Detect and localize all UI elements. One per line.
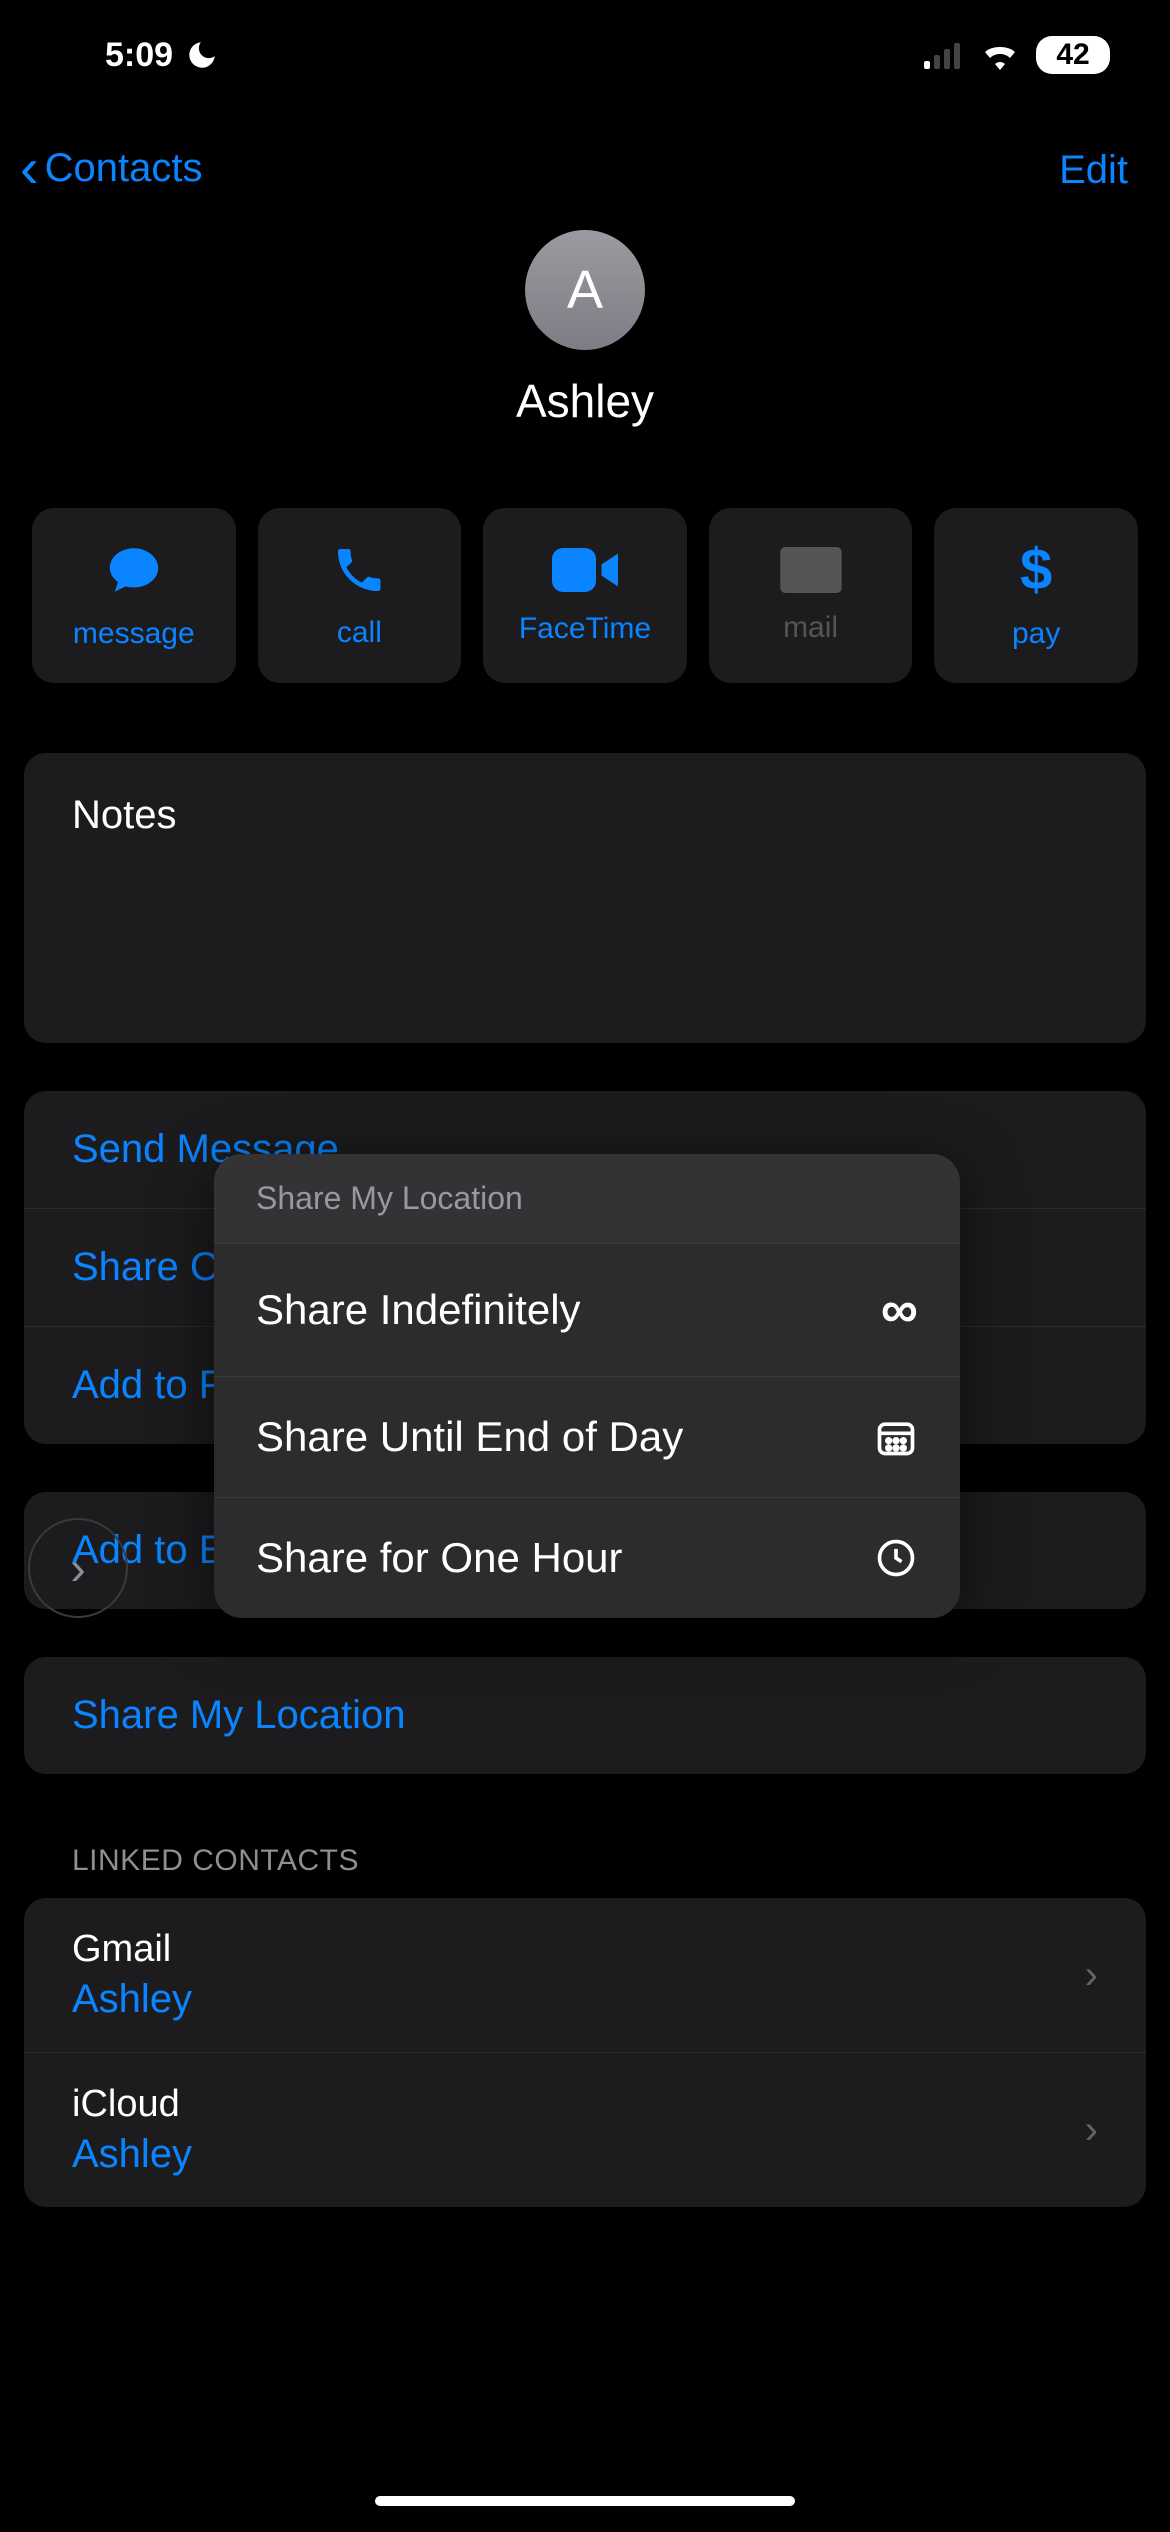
mail-button: mail bbox=[709, 508, 913, 683]
call-label: call bbox=[337, 616, 382, 650]
pay-button[interactable]: $ pay bbox=[934, 508, 1138, 683]
action-row: message call FaceTime mail $ pay bbox=[0, 508, 1170, 683]
notes-title: Notes bbox=[72, 793, 1098, 838]
status-time: 5:09 bbox=[105, 36, 173, 75]
linked-name: Ashley bbox=[72, 1977, 1085, 2022]
cellular-icon bbox=[924, 41, 964, 69]
nav-bar: ‹ Contacts Edit bbox=[0, 110, 1170, 260]
popover-option-indefinitely[interactable]: Share Indefinitely ∞ bbox=[214, 1244, 960, 1376]
linked-source: Gmail bbox=[72, 1928, 1085, 1971]
dollar-icon: $ bbox=[1020, 541, 1052, 599]
infinity-icon: ∞ bbox=[881, 1280, 918, 1340]
chevron-right-icon: › bbox=[1085, 2108, 1098, 2153]
message-icon bbox=[103, 541, 165, 599]
calendar-icon bbox=[874, 1415, 918, 1459]
chevron-left-icon: ‹ bbox=[20, 140, 39, 196]
popover-option-label: Share for One Hour bbox=[256, 1534, 623, 1582]
linked-row-icloud[interactable]: iCloud Ashley › bbox=[24, 2052, 1146, 2207]
status-bar: 5:09 42 bbox=[0, 0, 1170, 110]
options-section-3: Share My Location bbox=[24, 1657, 1146, 1774]
battery-indicator: 42 bbox=[1036, 36, 1110, 74]
chevron-right-icon: › bbox=[70, 1541, 85, 1595]
contact-header: A Ashley bbox=[0, 250, 1170, 428]
mail-icon bbox=[780, 547, 842, 593]
clock-icon bbox=[874, 1536, 918, 1580]
wifi-icon bbox=[980, 40, 1020, 70]
pay-label: pay bbox=[1012, 617, 1060, 651]
mail-label: mail bbox=[783, 611, 838, 645]
edit-button[interactable]: Edit bbox=[1059, 148, 1128, 193]
tip-bubble[interactable]: › bbox=[28, 1518, 128, 1618]
linked-source: iCloud bbox=[72, 2083, 1085, 2126]
back-button[interactable]: ‹ Contacts bbox=[20, 140, 203, 196]
facetime-label: FaceTime bbox=[519, 612, 651, 646]
phone-icon bbox=[331, 542, 387, 598]
notes-section[interactable]: Notes bbox=[24, 753, 1146, 1043]
facetime-button[interactable]: FaceTime bbox=[483, 508, 687, 683]
dnd-moon-icon bbox=[185, 38, 219, 72]
home-indicator[interactable] bbox=[375, 2496, 795, 2506]
call-button[interactable]: call bbox=[258, 508, 462, 683]
contact-name: Ashley bbox=[516, 374, 654, 428]
linked-name: Ashley bbox=[72, 2132, 1085, 2177]
popover-option-label: Share Indefinitely bbox=[256, 1286, 581, 1334]
chevron-right-icon: › bbox=[1085, 1953, 1098, 1998]
message-button[interactable]: message bbox=[32, 508, 236, 683]
linked-contacts-header: LINKED CONTACTS bbox=[72, 1844, 1122, 1878]
linked-row-gmail[interactable]: Gmail Ashley › bbox=[24, 1898, 1146, 2052]
popover-option-label: Share Until End of Day bbox=[256, 1413, 683, 1461]
share-location-popover: Share My Location Share Indefinitely ∞ S… bbox=[214, 1154, 960, 1618]
message-label: message bbox=[73, 617, 195, 651]
popover-title: Share My Location bbox=[214, 1154, 960, 1244]
popover-option-end-of-day[interactable]: Share Until End of Day bbox=[214, 1376, 960, 1497]
share-location-row[interactable]: Share My Location bbox=[24, 1657, 1146, 1774]
popover-option-one-hour[interactable]: Share for One Hour bbox=[214, 1497, 960, 1618]
linked-contacts-section: Gmail Ashley › iCloud Ashley › bbox=[24, 1898, 1146, 2207]
back-label: Contacts bbox=[45, 146, 203, 191]
video-icon bbox=[552, 546, 618, 594]
